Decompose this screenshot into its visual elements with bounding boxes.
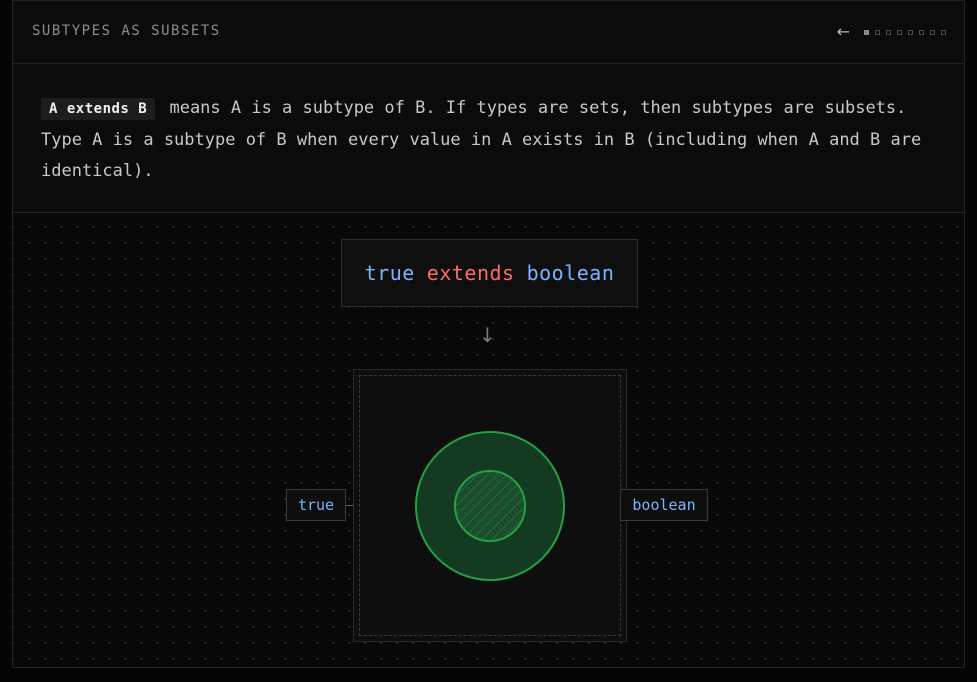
page-dot-5[interactable] [908, 29, 913, 35]
page-dot-1[interactable] [864, 29, 869, 35]
slide-frame: SUBTYPES AS SUBSETS ← A extends B means … [12, 0, 965, 668]
inline-code: A extends B [41, 98, 156, 120]
header: SUBTYPES AS SUBSETS ← [13, 1, 964, 64]
venn-panel [353, 369, 627, 642]
page-dot-6[interactable] [919, 29, 924, 35]
expression-supertype: boolean [526, 261, 615, 285]
page-dot-4[interactable] [897, 29, 902, 35]
page-dot-7[interactable] [930, 29, 935, 35]
label-true: true [286, 489, 346, 521]
arrow-down-icon: ↓ [479, 323, 496, 347]
page-dot-3[interactable] [886, 29, 891, 35]
description-paragraph: A extends B means A is a subtype of B. I… [41, 93, 931, 187]
page-dot-8[interactable] [941, 29, 946, 35]
page-title: SUBTYPES AS SUBSETS [32, 23, 221, 39]
expression-subtype: true [364, 261, 415, 285]
expression-box: true extends boolean [341, 239, 638, 307]
venn-inner-hatch [456, 472, 524, 540]
venn-diagram [415, 431, 565, 581]
diagram-canvas: true extends boolean ↓ true boolean [13, 213, 964, 667]
page-dot-2[interactable] [875, 29, 880, 35]
description-text: means A is a subtype of B. If types are … [41, 98, 922, 181]
label-boolean: boolean [620, 489, 708, 521]
expression-keyword: extends [426, 261, 515, 285]
description-panel: A extends B means A is a subtype of B. I… [13, 64, 964, 213]
pagination-nav: ← [837, 23, 946, 41]
arrow-left-icon[interactable]: ← [837, 23, 850, 41]
